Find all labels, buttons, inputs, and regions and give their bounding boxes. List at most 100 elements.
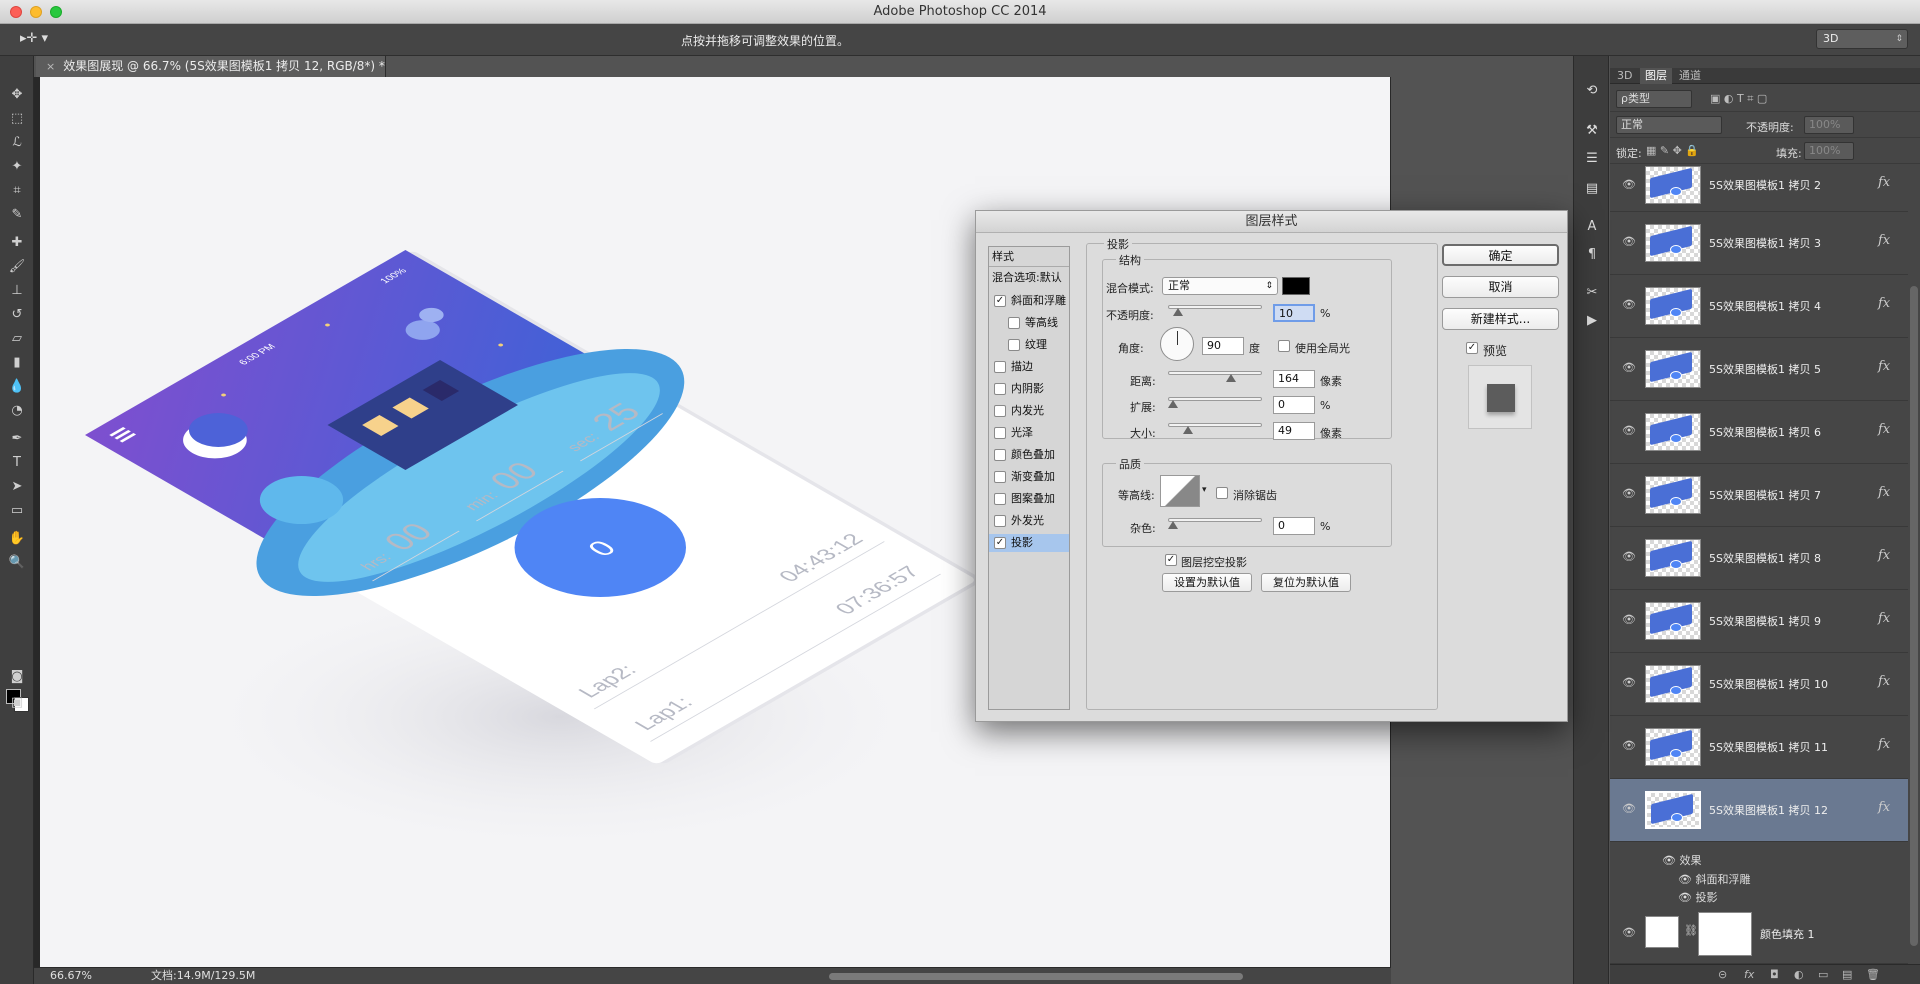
add-style-icon[interactable]: fx	[1744, 968, 1754, 981]
paragraph-panel-icon[interactable]: ¶	[1581, 244, 1603, 266]
3d-mode-select[interactable]: 3D	[1816, 29, 1908, 49]
layer-row[interactable]: 👁 5S效果图模板1 拷贝 9 fx	[1610, 590, 1908, 653]
slider-knob[interactable]	[1182, 426, 1193, 434]
fx-icon[interactable]: fx	[1878, 422, 1890, 437]
close-tab-icon[interactable]: ×	[46, 60, 55, 73]
zoom-level[interactable]: 66.67%	[50, 968, 92, 984]
style-item-drop-shadow[interactable]: 投影	[989, 534, 1069, 552]
contour-checkbox[interactable]	[1008, 317, 1020, 329]
close-window-icon[interactable]	[10, 6, 22, 18]
slider-knob[interactable]	[1173, 308, 1184, 316]
fx-icon[interactable]: fx	[1878, 548, 1890, 563]
inner-glow-checkbox[interactable]	[994, 405, 1006, 417]
noise-input[interactable]: 0	[1273, 517, 1315, 535]
style-item-color-overlay[interactable]: 颜色叠加	[989, 446, 1069, 464]
layer-row[interactable]: 👁 5S效果图模板1 拷贝 10 fx	[1610, 653, 1908, 716]
horizontal-scrollbar[interactable]	[829, 973, 1243, 980]
texture-checkbox[interactable]	[1008, 339, 1020, 351]
drop-shadow-checkbox[interactable]	[994, 537, 1006, 549]
fx-icon[interactable]: fx	[1878, 800, 1890, 815]
visibility-eye-icon[interactable]: 👁	[1622, 235, 1636, 248]
layer-row[interactable]: 👁 5S效果图模板1 拷贝 5 fx	[1610, 338, 1908, 401]
link-icon[interactable]: ⛓	[1684, 924, 1698, 937]
outer-glow-checkbox[interactable]	[994, 515, 1006, 527]
history-brush-icon[interactable]: ↺	[5, 304, 29, 326]
blend-mode-select[interactable]: 正常	[1162, 277, 1278, 295]
document-tab[interactable]: × 效果图展现 @ 66.7% (5S效果图模板1 拷贝 12, RGB/8*) …	[36, 56, 386, 77]
fx-icon[interactable]: fx	[1878, 485, 1890, 500]
style-item-texture[interactable]: 纹理	[989, 336, 1069, 354]
screen-mode-icon[interactable]: ▣	[5, 692, 29, 714]
hand-tool-icon[interactable]: ✋	[5, 528, 29, 550]
magic-wand-icon[interactable]: ✦	[5, 156, 29, 178]
size-slider[interactable]	[1168, 423, 1262, 434]
style-item-bevel[interactable]: 斜面和浮雕	[989, 292, 1069, 310]
new-style-button[interactable]: 新建样式...	[1442, 308, 1559, 330]
actions-panel-icon[interactable]: ▶	[1581, 310, 1603, 332]
visibility-eye-icon[interactable]: 👁	[1622, 424, 1636, 437]
distance-slider[interactable]	[1168, 371, 1262, 382]
style-item-outer-glow[interactable]: 外发光	[989, 512, 1069, 530]
visibility-eye-icon[interactable]: 👁	[1622, 487, 1636, 500]
zoom-tool-icon[interactable]: 🔍	[5, 552, 29, 574]
properties-panel-icon[interactable]: ☰	[1581, 148, 1603, 170]
trash-icon[interactable]: 🗑	[1866, 968, 1880, 981]
eyedropper-icon[interactable]: ✎	[5, 204, 29, 226]
layer-row-selected[interactable]: 👁 5S效果图模板1 拷贝 12 fx	[1610, 779, 1908, 842]
style-item-satin[interactable]: 光泽	[989, 424, 1069, 442]
angle-input[interactable]: 90	[1202, 337, 1244, 355]
fx-icon[interactable]: fx	[1878, 233, 1890, 248]
pixel-filter-icon[interactable]: ▣ ◐ T ⌗ ▢	[1710, 92, 1767, 106]
move-tool-icon[interactable]: ✥	[5, 84, 29, 106]
style-item-inner-glow[interactable]: 内发光	[989, 402, 1069, 420]
opacity-slider[interactable]	[1168, 305, 1262, 316]
adjustment-layer-icon[interactable]: ◐	[1794, 968, 1804, 981]
visibility-eye-icon[interactable]: 👁	[1622, 926, 1636, 939]
knockout-checkbox[interactable]	[1165, 554, 1177, 566]
slider-knob[interactable]	[1168, 521, 1178, 529]
layer-row[interactable]: 👁 5S效果图模板1 拷贝 4 fx	[1610, 275, 1908, 338]
clone-stamp-icon[interactable]: ⊥	[5, 280, 29, 302]
marquee-tool-icon[interactable]: ⬚	[5, 108, 29, 130]
visibility-eye-icon[interactable]: 👁	[1622, 361, 1636, 374]
brush-tool-icon[interactable]: 🖌	[5, 256, 29, 278]
pen-tool-icon[interactable]: ✒	[5, 428, 29, 450]
eraser-tool-icon[interactable]: ▱	[5, 328, 29, 350]
gradient-tool-icon[interactable]: ▮	[5, 352, 29, 374]
effect-drop-shadow[interactable]: 👁 投影	[1678, 889, 1717, 905]
tab-3d[interactable]: 3D	[1612, 68, 1637, 84]
layer-row[interactable]: 👁 5S效果图模板1 拷贝 2 fx	[1610, 156, 1908, 212]
color-overlay-checkbox[interactable]	[994, 449, 1006, 461]
quick-mask-icon[interactable]: ◙	[5, 666, 29, 688]
make-default-button[interactable]: 设置为默认值	[1162, 573, 1252, 592]
fx-icon[interactable]: fx	[1878, 611, 1890, 626]
visibility-eye-icon[interactable]: 👁	[1622, 550, 1636, 563]
bevel-checkbox[interactable]	[994, 295, 1006, 307]
opacity-input[interactable]: 10	[1273, 304, 1315, 322]
stroke-checkbox[interactable]	[994, 361, 1006, 373]
antialias-checkbox[interactable]	[1216, 487, 1228, 499]
fill-layer-row[interactable]: 👁 ⛓ 颜色填充 1	[1610, 906, 1908, 964]
layer-row[interactable]: 👁 5S效果图模板1 拷贝 8 fx	[1610, 527, 1908, 590]
new-layer-icon[interactable]: ▤	[1842, 968, 1852, 981]
spread-slider[interactable]	[1168, 397, 1262, 408]
character-panel-icon[interactable]: A	[1581, 216, 1603, 238]
effect-bevel-emboss[interactable]: 👁 斜面和浮雕	[1678, 871, 1750, 887]
style-item-stroke[interactable]: 描边	[989, 358, 1069, 376]
crop-tool-icon[interactable]: ⌗	[5, 180, 29, 202]
path-select-icon[interactable]: ➤	[5, 476, 29, 498]
style-item-gradient-overlay[interactable]: 渐变叠加	[989, 468, 1069, 486]
inner-shadow-checkbox[interactable]	[994, 383, 1006, 395]
styles-header[interactable]: 样式	[989, 247, 1069, 267]
effects-group[interactable]: 👁 效果	[1662, 852, 1701, 868]
ok-button[interactable]: 确定	[1442, 244, 1559, 266]
visibility-eye-icon[interactable]: 👁	[1622, 613, 1636, 626]
visibility-eye-icon[interactable]: 👁	[1622, 739, 1636, 752]
layer-filter-select[interactable]: ρ类型	[1616, 90, 1692, 108]
add-mask-icon[interactable]: ◘	[1770, 968, 1779, 981]
tab-layers[interactable]: 图层	[1640, 68, 1672, 84]
history-panel-icon[interactable]: ⟲	[1581, 80, 1603, 102]
type-tool-icon[interactable]: T	[5, 452, 29, 474]
reset-default-button[interactable]: 复位为默认值	[1261, 573, 1351, 592]
noise-slider[interactable]	[1168, 518, 1262, 529]
